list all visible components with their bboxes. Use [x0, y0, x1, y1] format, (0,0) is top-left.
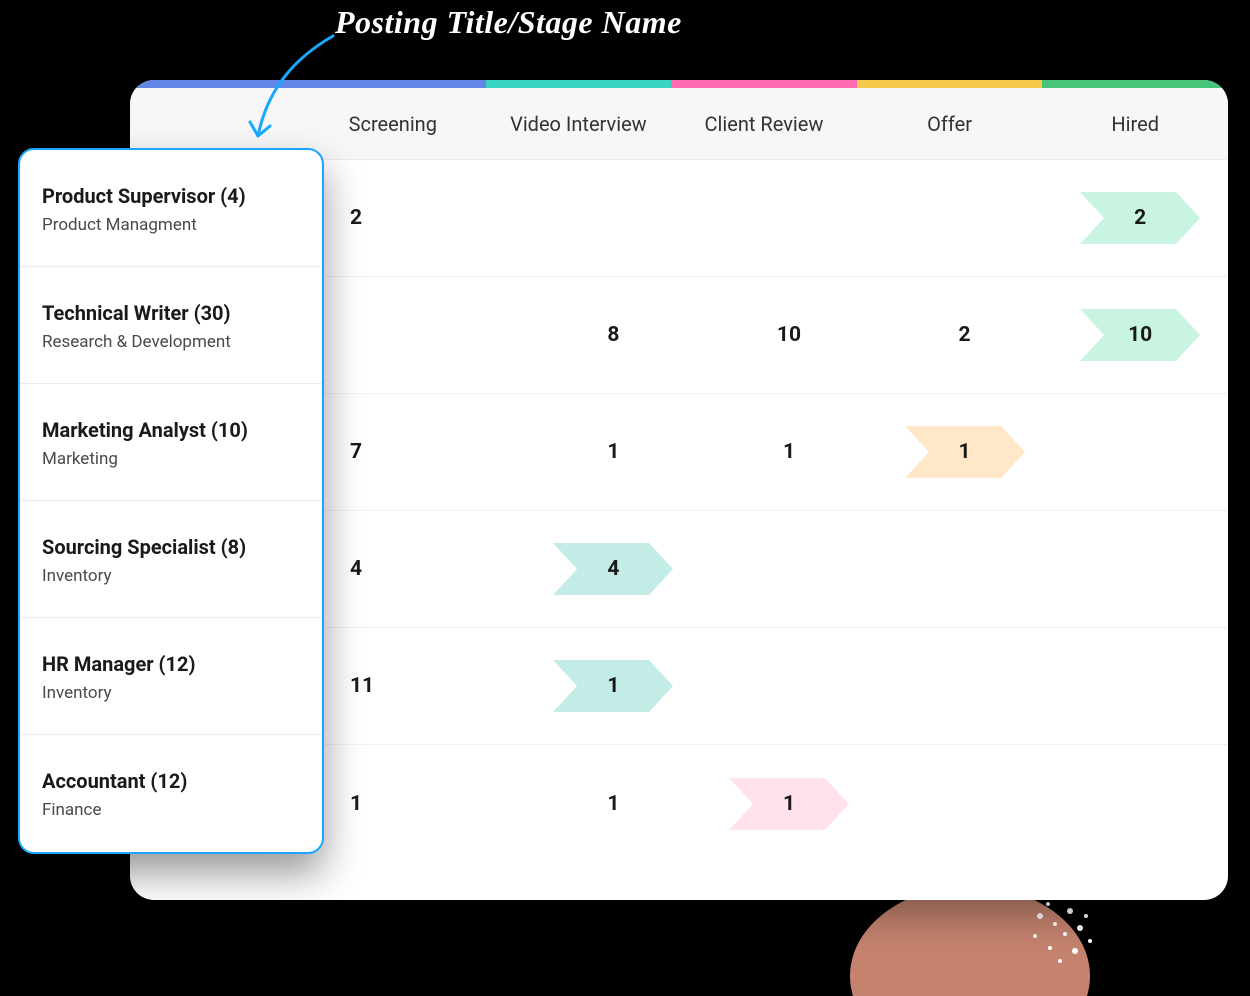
- stage-count: 1: [607, 440, 619, 464]
- stage-tag[interactable]: 10: [1080, 309, 1200, 361]
- stage-tag[interactable]: 1: [729, 778, 849, 830]
- pipeline-cell[interactable]: 1: [526, 628, 702, 744]
- pipeline-cell[interactable]: 2: [877, 277, 1053, 393]
- stage-count: 1: [783, 792, 795, 816]
- stage-count: 2: [1134, 206, 1146, 230]
- stage-count: 2: [350, 206, 362, 230]
- pipeline-cell[interactable]: 10: [701, 277, 877, 393]
- annotation-label: Posting Title/Stage Name: [335, 4, 682, 41]
- posting-department: Marketing: [42, 449, 300, 469]
- posting-department: Inventory: [42, 566, 300, 586]
- stage-header-video-interview[interactable]: Video Interview: [486, 88, 672, 159]
- posting-title: Accountant (12): [42, 769, 300, 794]
- pipeline-cell[interactable]: 1: [526, 745, 702, 862]
- posting-title: Technical Writer (30): [42, 301, 300, 326]
- posting-row[interactable]: Marketing Analyst (10) Marketing: [20, 384, 322, 501]
- stage-tag[interactable]: 4: [553, 543, 673, 595]
- stage-count: 7: [350, 440, 362, 464]
- pipeline-cell[interactable]: 1: [300, 745, 526, 862]
- posting-title: HR Manager (12): [42, 652, 300, 677]
- pipeline-cell[interactable]: 7: [300, 394, 526, 510]
- pipeline-cell: [300, 277, 526, 393]
- stage-count: 10: [1128, 323, 1152, 347]
- posting-row[interactable]: Sourcing Specialist (8) Inventory: [20, 501, 322, 618]
- stage-header-hired[interactable]: Hired: [1042, 88, 1228, 159]
- pipeline-cell: [701, 511, 877, 627]
- stage-tag[interactable]: 1: [905, 426, 1025, 478]
- posting-title: Marketing Analyst (10): [42, 418, 300, 443]
- stage-count: 1: [959, 440, 971, 464]
- pipeline-cell[interactable]: 2: [300, 160, 526, 276]
- pipeline-cell[interactable]: 11: [300, 628, 526, 744]
- pipeline-cell[interactable]: 4: [526, 511, 702, 627]
- pipeline-cell[interactable]: 1: [526, 394, 702, 510]
- stage-color-bar: [130, 80, 1228, 88]
- stage-header-screening[interactable]: Screening: [300, 88, 486, 159]
- pipeline-cell: [526, 160, 702, 276]
- stage-tag[interactable]: 1: [553, 660, 673, 712]
- pipeline-cell: [701, 160, 877, 276]
- stage-count: 1: [350, 792, 362, 816]
- stage-count: 8: [607, 323, 619, 347]
- pipeline-cell: [877, 628, 1053, 744]
- pipeline-cell[interactable]: 4: [300, 511, 526, 627]
- pipeline-cell: [1052, 394, 1228, 510]
- pipeline-cell: [1052, 745, 1228, 862]
- stage-header-client-review[interactable]: Client Review: [671, 88, 857, 159]
- stage-tag[interactable]: 2: [1080, 192, 1200, 244]
- posting-row[interactable]: Technical Writer (30) Research & Developm…: [20, 267, 322, 384]
- stage-count: 1: [783, 440, 795, 464]
- pipeline-cell[interactable]: 8: [526, 277, 702, 393]
- posting-department: Research & Development: [42, 332, 300, 352]
- pipeline-cell[interactable]: 1: [877, 394, 1053, 510]
- stage-count: 1: [607, 792, 619, 816]
- pipeline-cell[interactable]: 2: [1052, 160, 1228, 276]
- posting-title: Sourcing Specialist (8): [42, 535, 300, 560]
- pipeline-cell: [1052, 511, 1228, 627]
- pipeline-cell: [877, 511, 1053, 627]
- posting-row[interactable]: HR Manager (12) Inventory: [20, 618, 322, 735]
- stage-count: 11: [350, 674, 374, 698]
- stage-count: 10: [777, 323, 801, 347]
- posting-department: Product Managment: [42, 215, 300, 235]
- pipeline-cell[interactable]: 1: [701, 394, 877, 510]
- stage-count: 2: [959, 323, 971, 347]
- posting-row[interactable]: Accountant (12) Finance: [20, 735, 322, 852]
- stage-count: 4: [607, 557, 619, 581]
- posting-department: Finance: [42, 800, 300, 820]
- pipeline-cell: [877, 745, 1053, 862]
- pipeline-cell[interactable]: 1: [701, 745, 877, 862]
- pipeline-cell: [1052, 628, 1228, 744]
- stage-count: 1: [607, 674, 619, 698]
- stage-header-offer[interactable]: Offer: [857, 88, 1043, 159]
- pipeline-cell: [877, 160, 1053, 276]
- posting-list-card: Product Supervisor (4) Product Managment T…: [18, 148, 324, 854]
- posting-department: Inventory: [42, 683, 300, 703]
- pipeline-cell[interactable]: 10: [1052, 277, 1228, 393]
- stage-count: 4: [350, 557, 362, 581]
- pipeline-cell: [701, 628, 877, 744]
- posting-title: Product Supervisor (4): [42, 184, 300, 209]
- posting-row[interactable]: Product Supervisor (4) Product Managment: [20, 150, 322, 267]
